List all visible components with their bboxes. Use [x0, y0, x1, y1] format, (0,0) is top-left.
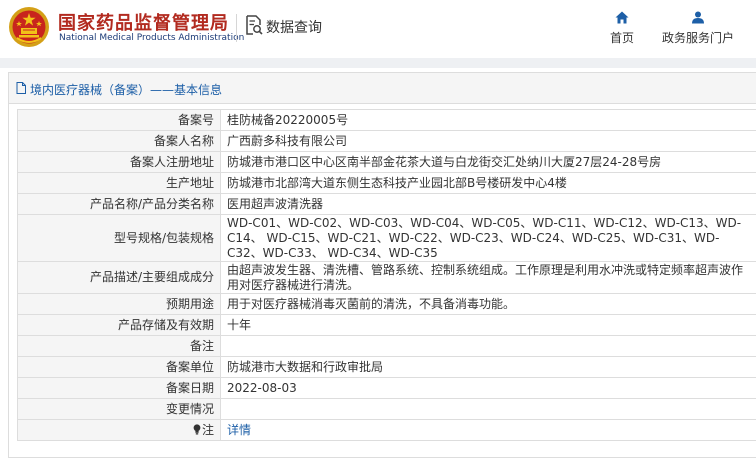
field-label: 注: [202, 423, 214, 437]
field-label: 产品名称/产品分类名称: [18, 194, 221, 215]
table-row: 产品名称/产品分类名称 医用超声波清洗器: [18, 194, 756, 215]
agency-name-en: National Medical Products Administration: [59, 33, 244, 43]
field-value-production-address: 防城港市北部湾大道东侧生态科技产业园北部B号楼研发中心4楼: [221, 173, 756, 194]
field-value-record-unit: 防城港市大数据和行政审批局: [221, 357, 756, 378]
table-row: 备注: [18, 336, 756, 357]
note-label-cell: 注: [18, 420, 221, 441]
home-icon: [615, 11, 629, 24]
field-value-record-date: 2022-08-03: [221, 378, 756, 399]
details-link[interactable]: 详情: [227, 423, 251, 437]
field-value-record-no: 桂防械备20220005号: [221, 110, 756, 131]
table-row: 备案号 桂防械备20220005号: [18, 110, 756, 131]
table-row: 生产地址 防城港市北部湾大道东侧生态科技产业园北部B号楼研发中心4楼: [18, 173, 756, 194]
table-row: 备案单位 防城港市大数据和行政审批局: [18, 357, 756, 378]
field-label: 变更情况: [18, 399, 221, 420]
table-row: 备案人注册地址 防城港市港口区中心区南半部金花茶大道与白龙街交汇处纳川大厦27层…: [18, 152, 756, 173]
field-value-intended-use: 用于对医疗器械消毒灭菌前的清洗，不具备消毒功能。: [221, 294, 756, 315]
field-label: 生产地址: [18, 173, 221, 194]
field-value-registrant: 广西蔚多科技有限公司: [221, 131, 756, 152]
header-separator: [0, 58, 756, 68]
panel-heading: 境内医疗器械（备案）——基本信息: [9, 73, 756, 104]
field-value-changes: [221, 399, 756, 420]
table-row: 注 详情: [18, 420, 756, 441]
field-label: 预期用途: [18, 294, 221, 315]
field-value-description: 由超声波发生器、清洗槽、管路系统、控制系统组成。工作原理是利用水冲洗或特定频率超…: [221, 262, 756, 294]
table-row: 型号规格/包装规格 WD-C01、WD-C02、WD-C03、WD-C04、WD…: [18, 215, 756, 262]
field-value-product-name: 医用超声波清洗器: [221, 194, 756, 215]
nav-home[interactable]: 首页: [604, 11, 640, 46]
lightbulb-icon: [193, 424, 201, 435]
field-label: 产品描述/主要组成成分: [18, 262, 221, 294]
field-label: 备案单位: [18, 357, 221, 378]
data-query-icon: [245, 15, 263, 35]
field-label: 备案人名称: [18, 131, 221, 152]
note-value-cell: 详情: [221, 420, 756, 441]
field-label: 备注: [18, 336, 221, 357]
field-label: 备案号: [18, 110, 221, 131]
table-row: 备案人名称 广西蔚多科技有限公司: [18, 131, 756, 152]
header-divider: [236, 14, 237, 42]
table-row: 备案日期 2022-08-03: [18, 378, 756, 399]
national-emblem-icon: [8, 6, 50, 48]
nav-home-label: 首页: [610, 31, 634, 45]
document-icon: [16, 82, 26, 94]
field-label: 产品存储及有效期: [18, 315, 221, 336]
panel-title: 境内医疗器械（备案）——基本信息: [30, 81, 222, 98]
field-value-storage-validity: 十年: [221, 315, 756, 336]
field-label: 备案日期: [18, 378, 221, 399]
table-row: 产品描述/主要组成成分 由超声波发生器、清洗槽、管路系统、控制系统组成。工作原理…: [18, 262, 756, 294]
table-row: 变更情况: [18, 399, 756, 420]
data-query-title: 数据查询: [266, 17, 322, 37]
agency-name-cn: 国家药品监督管理局: [58, 9, 229, 35]
nav-government-services[interactable]: 政务服务门户: [656, 11, 740, 46]
field-label: 型号规格/包装规格: [18, 215, 221, 262]
field-value-model-spec: WD-C01、WD-C02、WD-C03、WD-C04、WD-C05、WD-C1…: [221, 215, 756, 262]
field-value-remark: [221, 336, 756, 357]
site-header: 国家药品监督管理局 National Medical Products Admi…: [0, 0, 756, 58]
info-panel: 境内医疗器械（备案）——基本信息 备案号 桂防械备20220005号 备案人名称…: [8, 72, 756, 458]
table-row: 预期用途 用于对医疗器械消毒灭菌前的清洗，不具备消毒功能。: [18, 294, 756, 315]
nav-services-label: 政务服务门户: [662, 31, 734, 45]
user-icon: [691, 11, 705, 24]
table-row: 产品存储及有效期 十年: [18, 315, 756, 336]
info-table: 备案号 桂防械备20220005号 备案人名称 广西蔚多科技有限公司 备案人注册…: [17, 109, 756, 441]
field-label: 备案人注册地址: [18, 152, 221, 173]
field-value-registrant-address: 防城港市港口区中心区南半部金花茶大道与白龙街交汇处纳川大厦27层24-28号房: [221, 152, 756, 173]
